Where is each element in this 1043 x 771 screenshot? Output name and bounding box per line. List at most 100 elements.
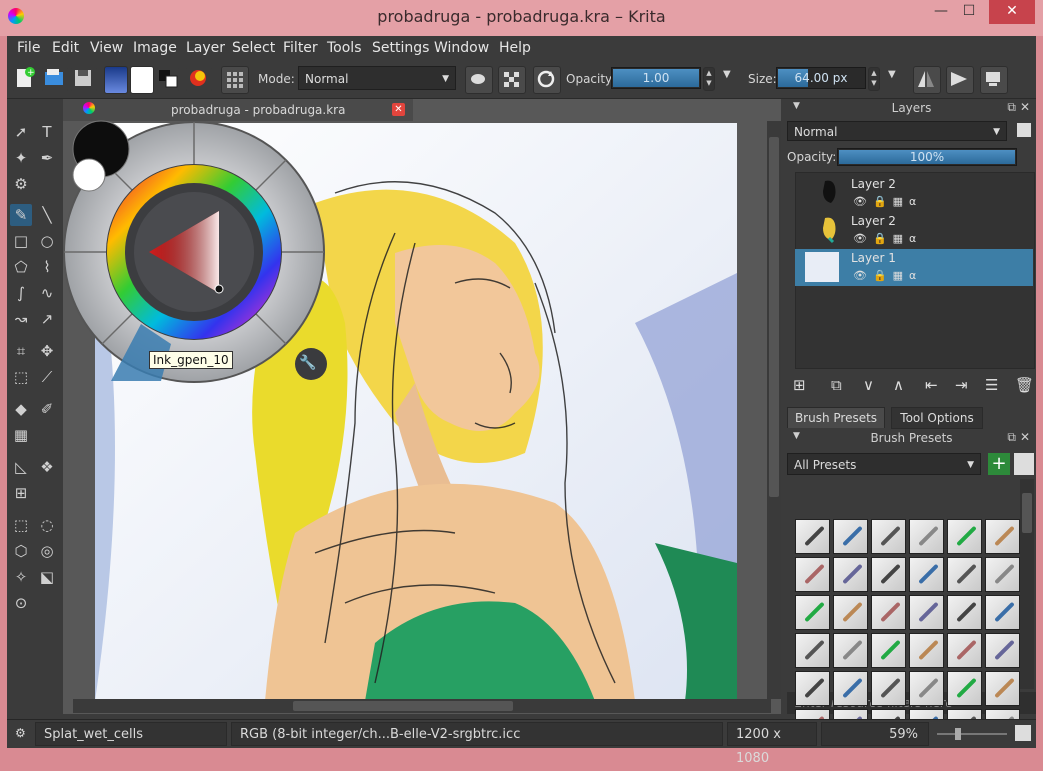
close-button[interactable]: ✕ <box>989 0 1035 24</box>
opacity-dropdown-icon[interactable]: ▼ <box>723 69 731 80</box>
add-layer-icon[interactable]: ⊞ <box>793 376 806 394</box>
tab-tool-options[interactable]: Tool Options <box>891 407 983 429</box>
magic-wand-tool-icon[interactable]: ✧ <box>10 566 32 588</box>
dynamic-brush-tool-icon[interactable]: ↝ <box>10 308 32 330</box>
maximize-button[interactable]: ☐ <box>951 0 987 24</box>
popup-palette[interactable]: 🔧 <box>61 119 327 385</box>
polyline-tool-icon[interactable]: ⌇ <box>36 256 58 278</box>
crop-tool-icon[interactable]: ⌗ <box>10 340 32 362</box>
zoom-slider-handle[interactable] <box>955 728 961 740</box>
size-dropdown-icon[interactable]: ▼ <box>888 69 896 80</box>
calligraphy-tool-icon[interactable]: ✒ <box>36 147 58 169</box>
ellipse-select-tool-icon[interactable]: ◌ <box>36 514 58 536</box>
menu-window[interactable]: Window <box>434 40 489 56</box>
ellipse-tool-icon[interactable]: ○ <box>36 230 58 252</box>
rect-select-tool-icon[interactable]: ⬚ <box>10 514 32 536</box>
tab-brush-presets[interactable]: Brush Presets <box>787 407 885 428</box>
bezier-tool-icon[interactable]: ∫ <box>10 282 32 304</box>
presets-scrollbar-thumb[interactable] <box>1022 493 1032 533</box>
brush-preset-tile[interactable] <box>947 595 982 630</box>
layer-row[interactable]: Layer 2 👁🔒▦α <box>795 175 1033 212</box>
brush-preset-tile[interactable] <box>947 519 982 554</box>
blend-mode-select[interactable]: Normal ▼ <box>298 66 456 90</box>
color-select-tool-icon[interactable]: ⬕ <box>36 566 58 588</box>
move-layer-up-icon[interactable]: ∧ <box>893 376 904 394</box>
assistant-tool-icon[interactable]: ⟋ <box>36 366 58 388</box>
menu-tools[interactable]: Tools <box>327 40 362 56</box>
indent-right-icon[interactable]: ⇥ <box>955 376 968 394</box>
color-swap-icon[interactable] <box>157 66 179 92</box>
wrench-settings-icon[interactable]: 🔧 <box>299 355 316 371</box>
poly-select-tool-icon[interactable]: ⬡ <box>10 540 32 562</box>
mirror-vertical-icon[interactable] <box>946 66 974 94</box>
delete-layer-icon[interactable]: 🗑 <box>1015 376 1034 394</box>
reload-preset-icon[interactable] <box>533 66 561 94</box>
brush-preset-tile[interactable] <box>909 519 944 554</box>
float-panel-icon[interactable]: ⧉ <box>1007 100 1016 115</box>
opacity-stepper[interactable]: ▲ ▼ <box>703 67 715 91</box>
brush-preset-tile[interactable] <box>985 557 1020 592</box>
fill-tool-icon[interactable]: ◆ <box>10 398 32 420</box>
layer-name[interactable]: Layer 2 <box>851 177 896 191</box>
menu-help[interactable]: Help <box>499 40 531 56</box>
polygon-tool-icon[interactable]: ⬠ <box>10 256 32 278</box>
zoom-slider[interactable] <box>937 728 1007 740</box>
brush-preset-tile[interactable] <box>947 633 982 668</box>
layer-visibility-lock-icons[interactable]: 👁🔒▦α <box>853 195 922 208</box>
brush-preset-tile[interactable] <box>871 595 906 630</box>
gradient-tool-icon[interactable]: ▦ <box>10 424 32 446</box>
save-icon[interactable] <box>71 66 97 92</box>
document-tab[interactable]: probadruga - probadruga.kra ✕ <box>63 99 413 121</box>
brush-preset-tile[interactable] <box>909 557 944 592</box>
grid-icon[interactable] <box>221 66 249 94</box>
select-shapes-tool-icon[interactable]: ➚ <box>10 121 32 143</box>
gradient-edit-tool-icon[interactable]: ⚙ <box>10 173 32 195</box>
brush-preset-tile[interactable] <box>985 671 1020 706</box>
move-tool-icon[interactable]: ✥ <box>36 340 58 362</box>
mirror-horizontal-icon[interactable] <box>913 66 941 94</box>
menu-image[interactable]: Image <box>133 40 177 56</box>
layer-row[interactable]: Layer 2 👁🔒▦α <box>795 212 1033 249</box>
brush-preset-tile[interactable] <box>833 671 868 706</box>
layer-name[interactable]: Layer 1 <box>851 251 896 265</box>
menu-filter[interactable]: Filter <box>283 40 318 56</box>
brush-preset-tile[interactable] <box>795 557 830 592</box>
layer-properties-icon[interactable] <box>1017 123 1031 137</box>
indent-left-icon[interactable]: ⇤ <box>925 376 938 394</box>
brush-preset-tile[interactable] <box>795 595 830 630</box>
reference-tool-icon[interactable]: ❖ <box>36 456 58 478</box>
layer-opacity-slider[interactable]: 100% <box>837 148 1017 166</box>
brush-preset-tile[interactable] <box>833 557 868 592</box>
menu-select[interactable]: Select <box>232 40 275 56</box>
multibrush-tool-icon[interactable]: ↗ <box>36 308 58 330</box>
float-panel-icon[interactable]: ⧉ <box>1007 430 1016 445</box>
freehand-path-tool-icon[interactable]: ∿ <box>36 282 58 304</box>
menu-view[interactable]: View <box>90 40 123 56</box>
measure-tool-icon[interactable]: ◺ <box>10 456 32 478</box>
horizontal-scrollbar-thumb[interactable] <box>293 701 513 711</box>
preset-filter-select[interactable]: All Presets ▼ <box>787 453 981 475</box>
brush-preset-tile[interactable] <box>909 633 944 668</box>
vertical-scrollbar[interactable] <box>767 121 781 699</box>
brush-preset-tile[interactable] <box>909 595 944 630</box>
close-panel-icon[interactable]: ✕ <box>1020 100 1030 114</box>
brush-preset-tile[interactable] <box>871 671 906 706</box>
menu-edit[interactable]: Edit <box>52 40 79 56</box>
line-tool-icon[interactable]: ╲ <box>36 204 58 226</box>
horizontal-scrollbar[interactable] <box>73 699 771 713</box>
brush-preset-tile[interactable] <box>871 633 906 668</box>
edit-shapes-tool-icon[interactable]: ✦ <box>10 147 32 169</box>
vertical-scrollbar-thumb[interactable] <box>769 137 779 497</box>
layer-visibility-lock-icons[interactable]: 👁🔒▦α <box>853 269 922 282</box>
duplicate-layer-icon[interactable]: ⧉ <box>831 376 842 394</box>
brush-preset-tile[interactable] <box>985 633 1020 668</box>
brush-preset-tile[interactable] <box>795 671 830 706</box>
layer-row-selected[interactable]: Layer 1 👁🔒▦α <box>795 249 1033 286</box>
text-tool-icon[interactable]: T <box>36 121 58 143</box>
foreground-gradient-icon[interactable] <box>104 66 128 94</box>
preserve-alpha-icon[interactable] <box>498 66 526 94</box>
path-select-tool-icon[interactable]: ⊙ <box>10 592 32 614</box>
opacity-slider[interactable]: 1.00 <box>611 67 701 89</box>
brush-preset-tile[interactable] <box>985 595 1020 630</box>
presets-scrollbar[interactable] <box>1020 479 1034 689</box>
